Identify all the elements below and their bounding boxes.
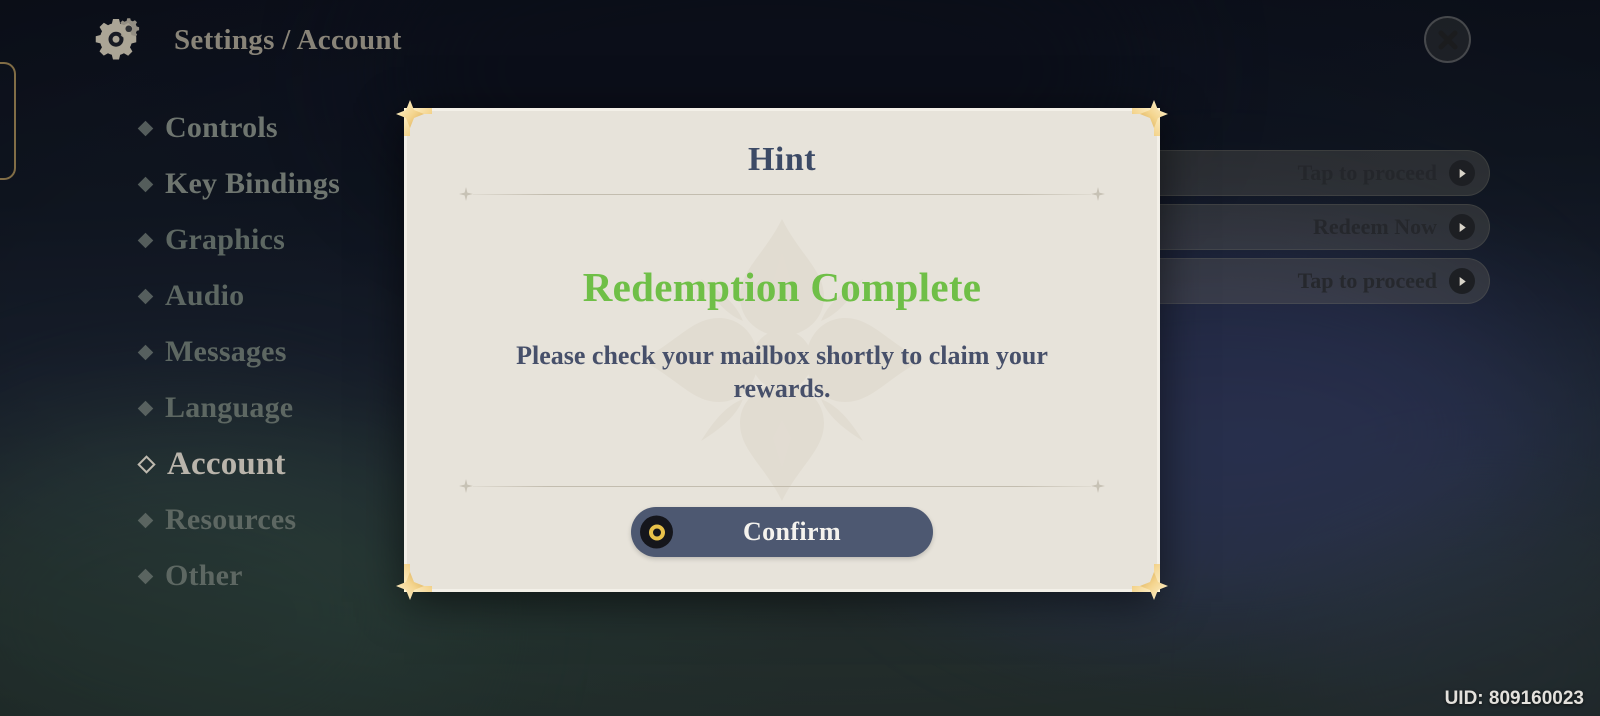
star-ornament-icon: [459, 479, 473, 493]
sidebar-item-label: Language: [165, 391, 294, 424]
star-ornament-icon: [459, 187, 473, 201]
arrow-right-circle-icon: [1449, 268, 1475, 294]
diamond-bullet-icon: [137, 568, 154, 584]
sidebar-item-label: Audio: [165, 279, 245, 312]
dialog-heading: Redemption Complete: [582, 264, 982, 310]
sidebar-item-label: Graphics: [165, 223, 285, 256]
sidebar-item-label: Key Bindings: [165, 167, 340, 200]
row-label: Tap to proceed: [1297, 160, 1437, 185]
uid-label: UID: 809160023: [1444, 688, 1584, 709]
sidebar-item-label: Messages: [165, 335, 287, 368]
breadcrumb-section[interactable]: Settings: [174, 24, 275, 56]
diamond-bullet-icon: [137, 454, 156, 474]
sidebar-item-audio[interactable]: Audio: [137, 268, 440, 324]
row-label: Tap to proceed: [1297, 268, 1437, 293]
sidebar-item-resources[interactable]: Resources: [137, 492, 440, 548]
diamond-bullet-icon: [137, 120, 154, 136]
sidebar-item-controls[interactable]: Controls: [137, 100, 440, 156]
row-label: Redeem Now: [1312, 214, 1437, 239]
sidebar-item-account[interactable]: Account: [137, 436, 440, 492]
diamond-bullet-icon: [137, 288, 154, 304]
diamond-bullet-icon: [137, 512, 154, 528]
sidebar-item-other[interactable]: Other: [137, 548, 440, 604]
diamond-bullet-icon: [137, 400, 154, 416]
close-button[interactable]: [1424, 16, 1471, 63]
dialog-panel: Hint Redemption Complete Please check yo…: [404, 108, 1160, 592]
gear-icon: [92, 16, 140, 64]
diamond-bullet-icon: [137, 232, 154, 248]
confirm-button[interactable]: Confirm: [631, 507, 933, 557]
sidebar-item-graphics[interactable]: Graphics: [137, 212, 440, 268]
arrow-right-circle-icon: [1449, 160, 1475, 186]
divider-bottom: [459, 479, 1105, 493]
diamond-bullet-icon: [137, 344, 154, 360]
arrow-right-circle-icon: [1449, 214, 1475, 240]
sidebar-item-label: Resources: [165, 503, 297, 536]
confirm-button-label: Confirm: [742, 517, 842, 546]
settings-sidebar: Controls Key Bindings Graphics Audio Mes…: [137, 100, 440, 604]
breadcrumb-page: Account: [296, 24, 402, 56]
sidebar-item-key-bindings[interactable]: Key Bindings: [137, 156, 440, 212]
ring-icon: [640, 515, 673, 549]
game-screen: Settings / Account Controls Key Bindings…: [0, 0, 1600, 716]
sidebar-item-label: Other: [165, 559, 243, 592]
breadcrumb-separator: /: [282, 24, 291, 56]
diamond-bullet-icon: [137, 176, 154, 192]
star-ornament-icon: [1091, 187, 1105, 201]
divider-line: [473, 193, 1091, 195]
star-ornament-icon: [1091, 479, 1105, 493]
divider-top: [459, 187, 1105, 201]
sidebar-item-label: Controls: [165, 111, 278, 144]
breadcrumb: Settings / Account: [174, 24, 402, 57]
hint-dialog: Hint Redemption Complete Please check yo…: [396, 100, 1168, 600]
sidebar-item-label: Account: [167, 445, 286, 482]
sidebar-item-messages[interactable]: Messages: [137, 324, 440, 380]
sidebar-item-language[interactable]: Language: [137, 380, 440, 436]
top-bar: Settings / Account: [0, 0, 1600, 80]
dialog-title: Hint: [747, 141, 817, 178]
divider-line: [473, 485, 1091, 487]
close-icon: [1436, 28, 1460, 52]
dialog-message: Please check your mailbox shortly to cla…: [516, 341, 1048, 404]
